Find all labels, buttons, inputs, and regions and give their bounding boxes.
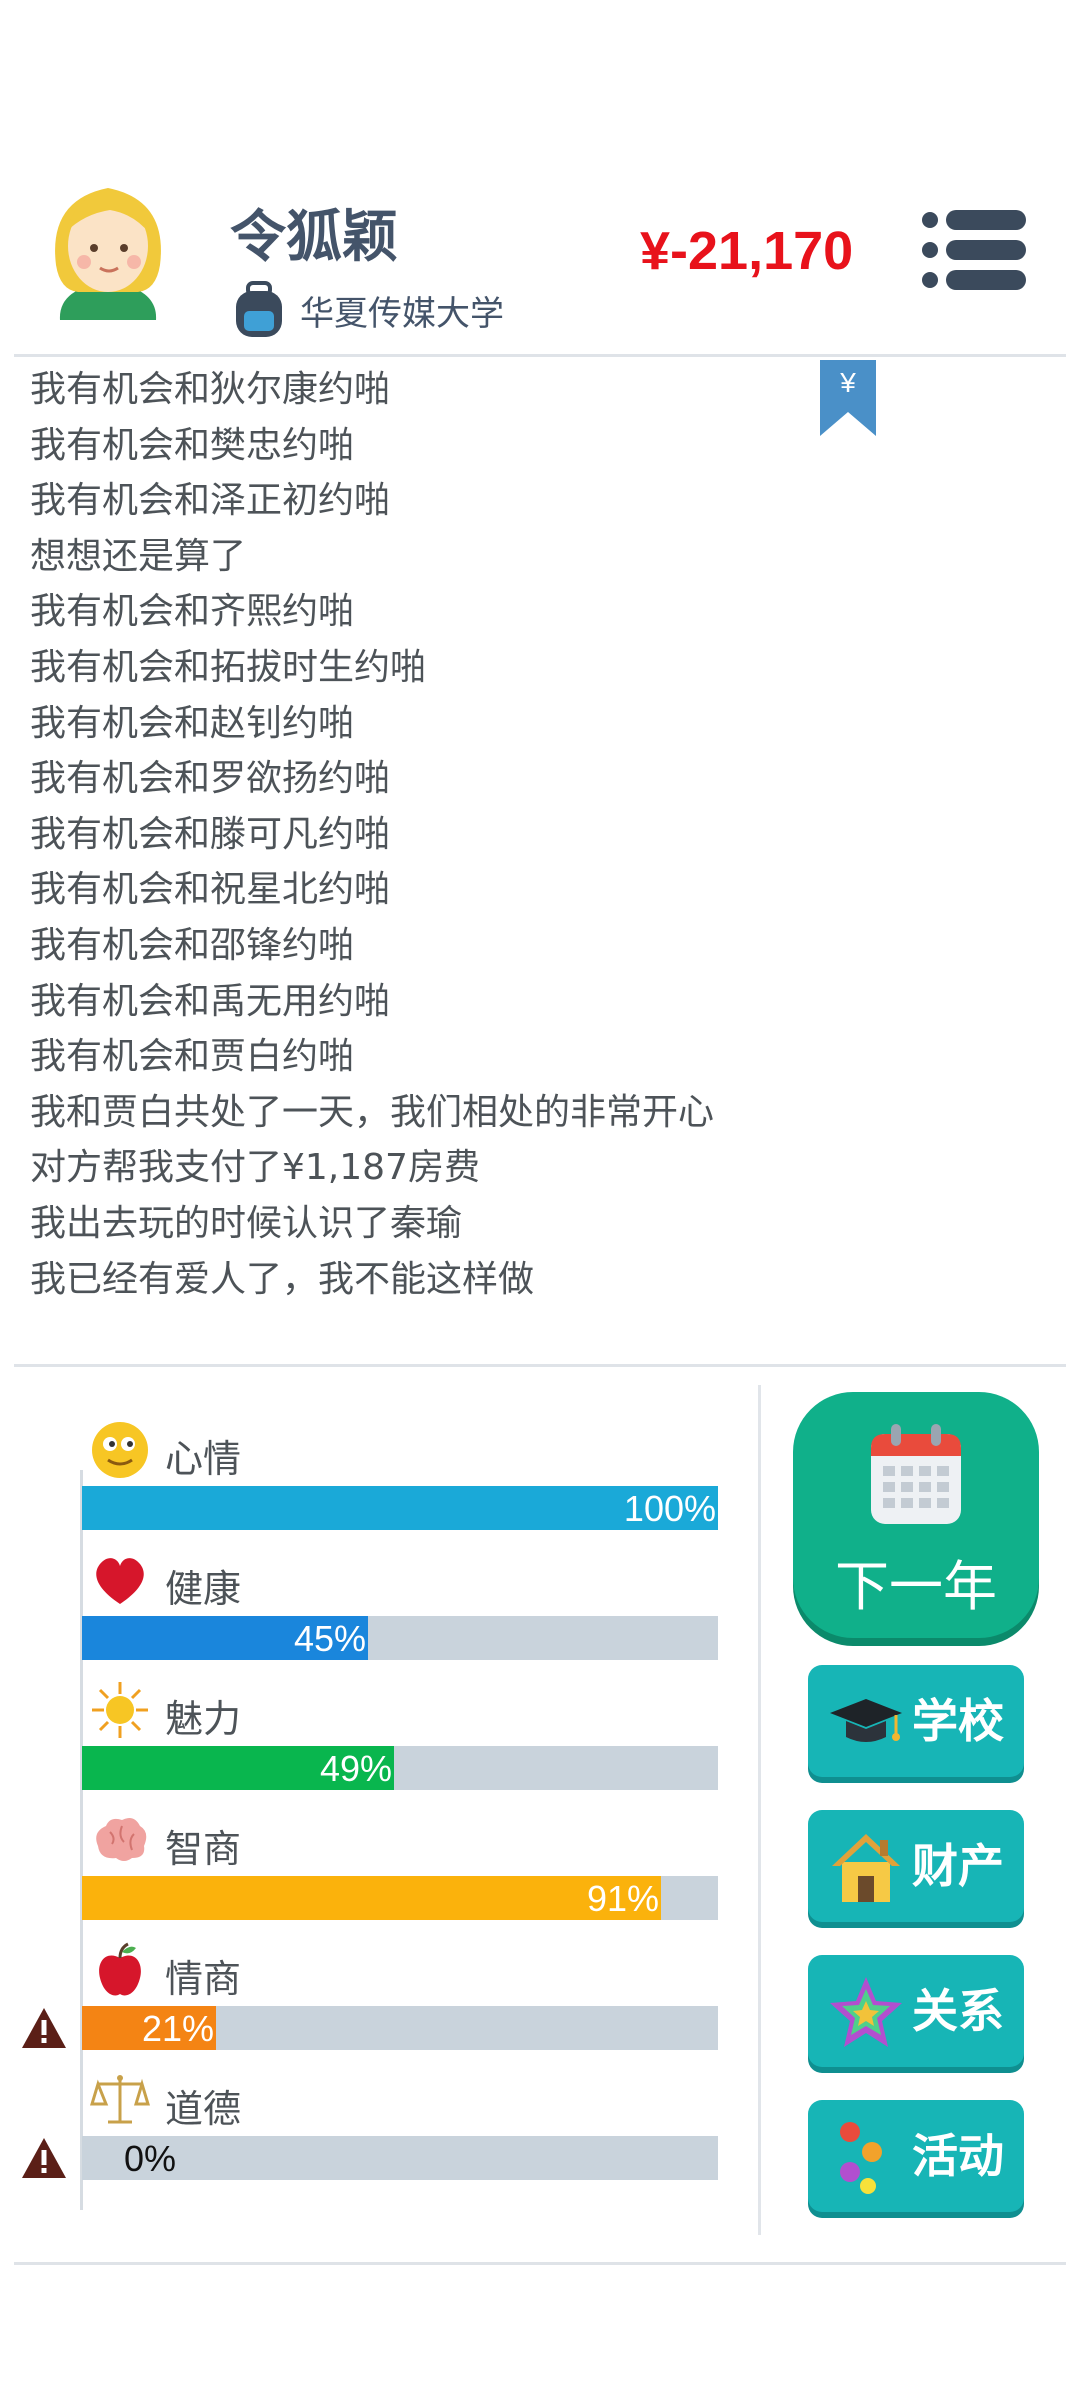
- log-entry: 我已经有爱人了，我不能这样做: [30, 1258, 535, 1300]
- sun-icon: [90, 1680, 150, 1740]
- star-icon: [828, 1973, 904, 2049]
- log-entry: 我和贾白共处了一天，我们相处的非常开心: [30, 1091, 715, 1133]
- stat-value: 100%: [623, 1488, 716, 1529]
- school-name: 华夏传媒大学: [300, 293, 504, 334]
- stat-row: 健康 45%: [0, 1550, 740, 1680]
- header-divider: [14, 354, 1066, 357]
- school-button[interactable]: 学校: [808, 1665, 1024, 1777]
- stat-label: 道德: [165, 2087, 242, 2131]
- stat-row: 智商 91%: [0, 1810, 740, 1940]
- log-entry: 想想还是算了: [30, 535, 247, 577]
- warning-icon: [20, 2136, 68, 2180]
- stat-bar: 49%: [82, 1746, 718, 1790]
- log-entry: 对方帮我支付了¥1,187房费: [30, 1147, 480, 1189]
- activity-dots-icon: [828, 2118, 904, 2194]
- stat-label: 智商: [165, 1827, 242, 1871]
- relations-label: 关系: [912, 1984, 1004, 2038]
- activity-button[interactable]: 活动: [808, 2100, 1024, 2212]
- stat-value: 91%: [586, 1878, 659, 1919]
- smiley-icon: [90, 1420, 150, 1480]
- stat-row: 道德 0%: [0, 2070, 740, 2200]
- stat-bar: 100%: [82, 1486, 718, 1530]
- stat-label: 魅力: [165, 1697, 242, 1741]
- stat-bar: 21%: [82, 2006, 718, 2050]
- warning-icon: [20, 2006, 68, 2050]
- stat-label: 情商: [165, 1957, 242, 2001]
- stat-label: 健康: [165, 1567, 242, 1611]
- bottom-divider: [14, 2262, 1066, 2265]
- log-entry: 我有机会和拓拔时生约啪: [30, 646, 427, 688]
- event-log: 我有机会和狄尔康约啪 我有机会和樊忠约啪 我有机会和泽正初约啪 想想还是算了我有机会和…: [30, 362, 930, 1307]
- stat-value: 49%: [319, 1748, 392, 1789]
- apple-icon: [90, 1940, 150, 2000]
- log-entry: 我有机会和贾白约啪: [30, 1036, 355, 1078]
- school-label: 学校: [912, 1694, 1004, 1748]
- stats-panel: 心情 100% 健康 45% 魅力 49% 智商 91% 情商 21% 道德 0%: [0, 1380, 740, 2230]
- log-entry: 我有机会和樊忠约啪: [30, 424, 355, 466]
- stat-bar-fill: [82, 1876, 661, 1920]
- stat-bar: 91%: [82, 1876, 718, 1920]
- scales-icon: [89, 2070, 151, 2130]
- log-entry: 我有机会和齐熙约啪: [30, 591, 355, 633]
- stat-row: 情商 21%: [0, 1940, 740, 2070]
- graduation-cap-icon: [828, 1683, 904, 1759]
- backpack-icon: [232, 281, 286, 339]
- stat-bar: 0%: [82, 2136, 718, 2180]
- stat-value: 0%: [124, 2138, 177, 2179]
- brain-icon: [90, 1810, 150, 1870]
- panel-divider: [758, 1385, 761, 2235]
- stat-value: 21%: [141, 2008, 214, 2049]
- next-year-label: 下一年: [835, 1555, 997, 1618]
- avatar[interactable]: [38, 170, 178, 328]
- stat-value: 45%: [293, 1618, 366, 1659]
- heart-icon: [90, 1550, 150, 1610]
- log-entry: 我有机会和邵锋约啪: [30, 924, 355, 966]
- log-entry: 我有机会和泽正初约啪: [30, 480, 391, 522]
- next-year-button[interactable]: 下一年: [793, 1392, 1039, 1638]
- activity-label: 活动: [912, 2129, 1004, 2183]
- school-info: 华夏传媒大学: [232, 280, 504, 340]
- log-divider: [14, 1364, 1066, 1367]
- relations-button[interactable]: 关系: [808, 1955, 1024, 2067]
- log-entry: 我有机会和禹无用约啪: [30, 980, 391, 1022]
- calendar-icon: [869, 1422, 963, 1526]
- house-icon: [828, 1828, 904, 1904]
- property-button[interactable]: 财产: [808, 1810, 1024, 1922]
- property-label: 财产: [912, 1839, 1004, 1893]
- money-balance: ¥-21,170: [640, 221, 854, 281]
- log-entry: 我有机会和滕可凡约啪: [30, 813, 391, 855]
- stat-label: 心情: [165, 1437, 242, 1481]
- player-name: 令狐颖: [230, 205, 398, 270]
- log-entry: 我有机会和祝星北约啪: [30, 869, 391, 911]
- stat-bar: 45%: [82, 1616, 718, 1660]
- log-entry: 我出去玩的时候认识了秦瑜: [30, 1202, 463, 1244]
- menu-icon[interactable]: [920, 206, 1028, 294]
- stat-bar-fill: [82, 1486, 718, 1530]
- stat-row: 魅力 49%: [0, 1680, 740, 1810]
- stat-row: 心情 100%: [0, 1420, 740, 1550]
- profile-header: 令狐颖 华夏传媒大学 ¥-21,170: [0, 150, 1080, 350]
- log-entry: 我有机会和狄尔康约啪: [30, 369, 391, 410]
- log-entry: 我有机会和赵钊约啪: [30, 702, 355, 744]
- log-entry: 我有机会和罗欲扬约啪: [30, 758, 391, 800]
